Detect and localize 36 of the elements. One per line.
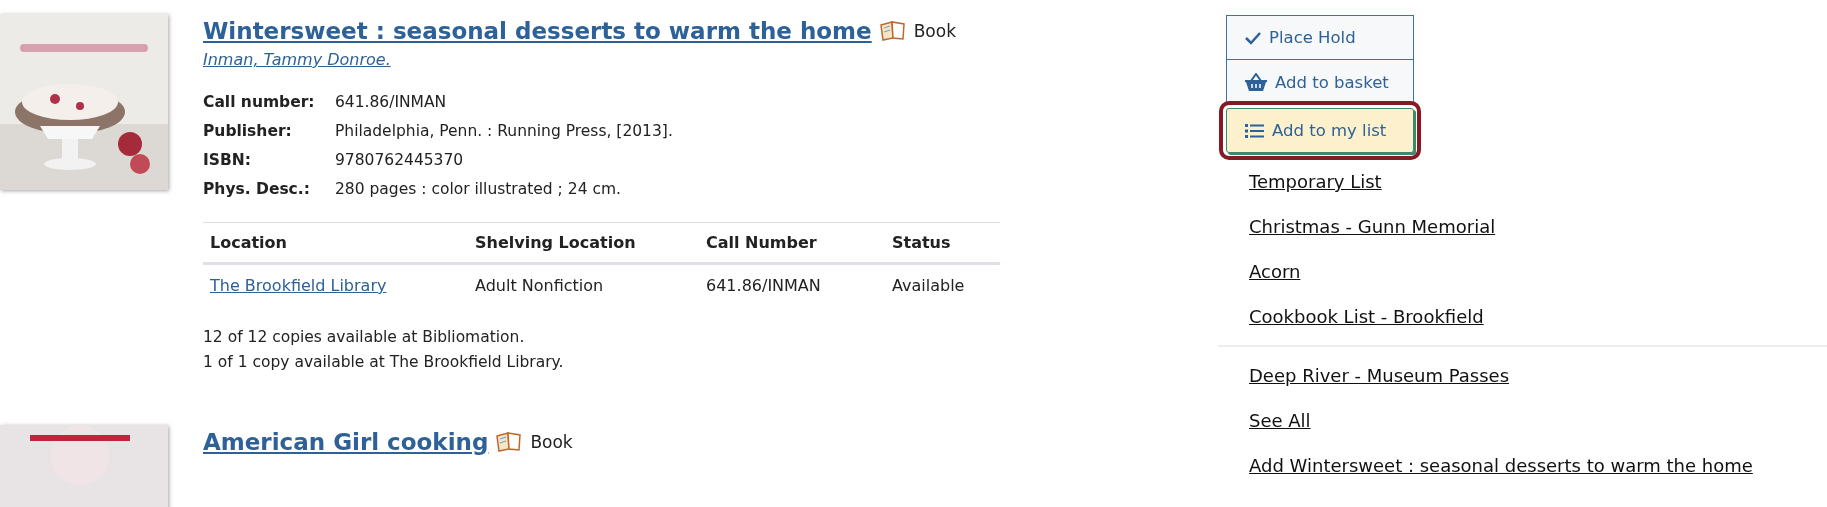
detail-value: 280 pages : color illustrated ; 24 cm.: [335, 180, 622, 198]
list-menu-link[interactable]: Deep River - Museum Passes: [1249, 363, 1827, 388]
list-menu-link[interactable]: Cookbook List - Brookfield: [1249, 304, 1827, 329]
list-menu-link[interactable]: See All: [1249, 408, 1827, 433]
check-icon: [1245, 30, 1261, 45]
availability-text: 1 of 1 copy available at The Brookfield Library.: [203, 353, 565, 371]
hold-button[interactable]: Place Hold: [1226, 15, 1414, 60]
detail-value: Philadelphia, Penn. : Running Press, [2013].: [335, 122, 674, 140]
table-cell-text: 641.86/INMAN: [705, 275, 822, 297]
record-title-link[interactable]: Wintersweet : seasonal desserts to warm the home: [203, 18, 872, 44]
column-header: Shelving Location: [468, 223, 699, 265]
detail-label: Publisher:: [203, 122, 293, 140]
column-header: Call Number: [699, 223, 885, 265]
detail-value: 9780762445370: [335, 151, 465, 169]
list-menu-link[interactable]: Acorn: [1249, 259, 1827, 284]
detail-label: ISBN:: [203, 151, 252, 169]
list-menu-link[interactable]: Temporary List: [1249, 169, 1827, 194]
list-icon: [1245, 122, 1264, 139]
format-label: Book: [530, 432, 573, 452]
book-icon: [496, 431, 523, 453]
column-header: Location: [203, 223, 468, 265]
list-menu-link[interactable]: Add Wintersweet : seasonal desserts to warm the home: [1249, 453, 1827, 478]
location-link[interactable]: The Brookfield Library: [203, 265, 387, 306]
detail-value: 641.86/INMAN: [335, 93, 448, 111]
column-header: Status: [885, 223, 1000, 265]
detail-label: Call number:: [203, 93, 316, 111]
book-icon: [879, 20, 906, 42]
record-title-link[interactable]: American Girl cooking: [203, 429, 489, 455]
author-link[interactable]: Inman, Tammy Donroe.: [203, 50, 1000, 69]
table-cell-text: Adult Nonfiction: [474, 275, 605, 297]
availability-text: 12 of 12 copies available at Bibliomation.: [203, 328, 526, 346]
list-menu-link[interactable]: Christmas - Gunn Memorial: [1249, 214, 1827, 239]
table-cell-text: Available: [891, 275, 966, 297]
detail-label: Phys. Desc.:: [203, 180, 311, 198]
basket-icon: [1245, 73, 1267, 91]
format-label: Book: [913, 21, 956, 41]
